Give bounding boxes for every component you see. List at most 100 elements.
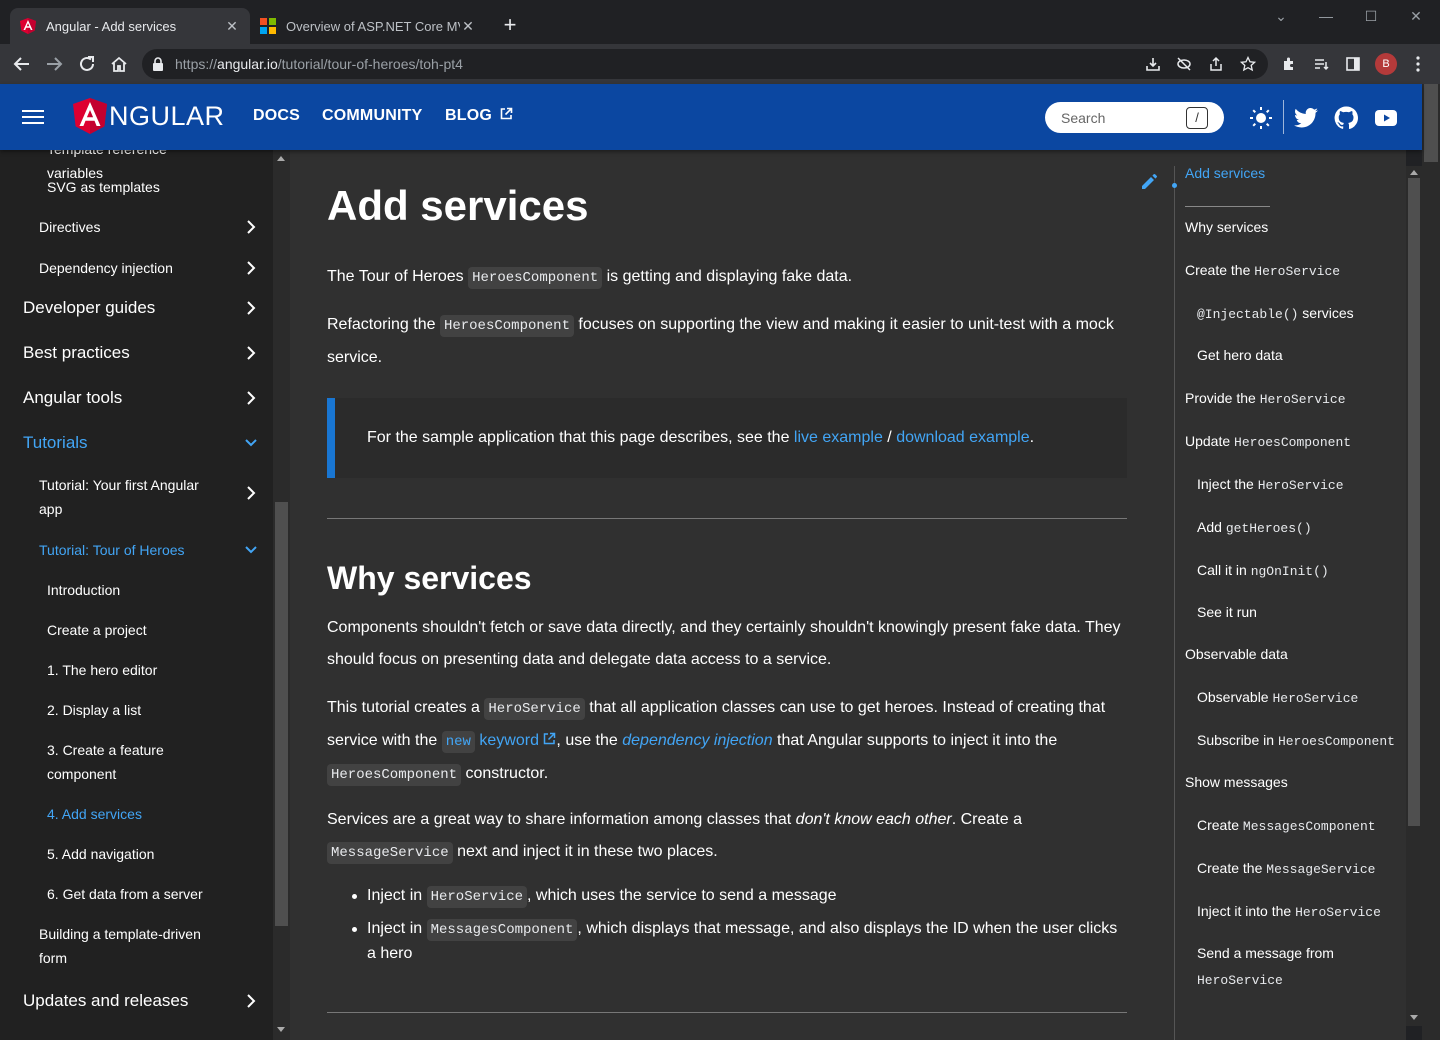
toc-item[interactable]: Update HeroesComponent (1185, 428, 1351, 456)
section-divider (327, 1012, 1127, 1013)
chevron-right-icon[interactable] (243, 219, 259, 235)
toc-item[interactable]: Subscribe in HeroesComponent (1197, 727, 1395, 755)
reload-icon[interactable] (75, 52, 99, 76)
edit-pencil-icon[interactable] (1139, 170, 1161, 192)
extensions-icon[interactable] (1277, 52, 1301, 76)
search-input[interactable] (1045, 102, 1185, 133)
sidenav-item-label: Angular tools (23, 388, 123, 407)
inline-code: HeroService (426, 886, 528, 908)
search-shortcut-key: / (1186, 107, 1208, 129)
close-tab-icon[interactable]: ✕ (460, 18, 476, 35)
maximize-button[interactable]: ☐ (1348, 6, 1394, 28)
twitter-icon[interactable] (1292, 104, 1320, 132)
scrollbar-thumb[interactable] (1408, 178, 1420, 826)
nav-docs[interactable]: DOCS (253, 107, 300, 125)
sidenav-item-label: 4. Add services (47, 806, 142, 822)
home-icon[interactable] (107, 52, 131, 76)
nav-community[interactable]: COMMUNITY (322, 107, 422, 125)
page-scrollbar[interactable] (1422, 84, 1440, 1040)
sidenav-scrollbar[interactable] (273, 150, 290, 1040)
header-divider (1283, 100, 1284, 134)
sidenav-item-label: Building a template-driven form (39, 926, 201, 966)
dependency-injection-link[interactable]: dependency injection (622, 732, 772, 749)
nav-blog[interactable]: BLOG (445, 107, 513, 125)
chevron-right-icon[interactable] (243, 260, 259, 276)
bookmark-star-icon[interactable] (1238, 54, 1258, 74)
scroll-down-arrow-icon[interactable] (1410, 1015, 1418, 1020)
browser-menu-icon[interactable] (1406, 52, 1430, 76)
back-icon[interactable] (10, 52, 34, 76)
sidenav-item-label: Tutorial: Your first Angular app (39, 477, 199, 517)
section-divider (327, 518, 1127, 519)
toc-item[interactable]: Create MessagesComponent (1197, 812, 1376, 840)
sidenav-item-label: Create a project (47, 622, 147, 638)
scroll-down-arrow-icon[interactable] (277, 1027, 285, 1032)
toc-item[interactable]: Create the HeroService (1185, 257, 1340, 285)
inline-code: HeroService (484, 698, 585, 720)
toc-item[interactable]: Call it in ngOnInit() (1197, 557, 1329, 585)
scroll-up-arrow-icon[interactable] (1410, 170, 1418, 175)
chevron-right-icon[interactable] (243, 993, 259, 1009)
toc-item[interactable]: Inject it into the HeroService (1197, 898, 1381, 926)
hamburger-menu-icon[interactable] (22, 110, 44, 126)
github-icon[interactable] (1332, 104, 1360, 132)
toc-scrollbar[interactable] (1406, 166, 1422, 1026)
toc-item[interactable]: Add getHeroes() (1197, 514, 1312, 542)
theme-toggle-sun-icon[interactable] (1247, 104, 1275, 132)
toc-item[interactable]: @Injectable() services (1197, 300, 1354, 328)
toc-item[interactable]: Create the MessageService (1197, 855, 1375, 883)
toc-item[interactable]: Why services (1185, 214, 1268, 240)
new-tab-button[interactable]: + (498, 12, 522, 40)
toc-item[interactable]: Show messages (1185, 769, 1288, 795)
profile-avatar[interactable]: B (1375, 53, 1397, 75)
inline-code: HeroesComponent (439, 315, 574, 337)
sidenav-item-label: 1. The hero editor (47, 662, 158, 678)
close-tab-icon[interactable]: ✕ (224, 18, 240, 35)
install-app-icon[interactable] (1143, 54, 1163, 74)
toc-active-marker (1172, 183, 1177, 188)
toc-item[interactable]: Provide the HeroService (1185, 385, 1346, 413)
live-example-link[interactable]: live example (794, 429, 883, 446)
chevron-down-icon[interactable] (243, 542, 259, 558)
angular-shield-icon (73, 98, 107, 134)
toc-item[interactable]: Inject the HeroService (1197, 471, 1344, 499)
sidenav-item-label: 5. Add navigation (47, 846, 155, 862)
youtube-icon[interactable] (1372, 104, 1400, 132)
toc-item[interactable]: Get hero data (1197, 342, 1283, 368)
chevron-down-icon[interactable] (243, 435, 259, 451)
toc-item[interactable]: See it run (1197, 599, 1257, 625)
sidenav-item-label: Tutorial: Tour of Heroes (39, 542, 185, 558)
new-keyword-link[interactable]: new keyword (441, 731, 557, 753)
close-window-button[interactable]: ✕ (1393, 6, 1439, 28)
chevron-right-icon[interactable] (243, 300, 259, 316)
reading-list-icon[interactable] (1309, 52, 1333, 76)
toc-item[interactable]: Observable data (1185, 641, 1288, 667)
angular-logo[interactable]: NGULAR (73, 98, 225, 134)
tracking-blocked-icon[interactable] (1174, 54, 1194, 74)
share-icon[interactable] (1206, 54, 1226, 74)
toc-item[interactable]: Add services (1185, 160, 1265, 186)
search-box[interactable]: / (1045, 102, 1224, 133)
scroll-up-arrow-icon[interactable] (277, 156, 285, 161)
chevron-right-icon[interactable] (243, 345, 259, 361)
browser-tab-active[interactable]: Angular - Add services ✕ (10, 8, 250, 44)
minimize-button[interactable]: — (1303, 6, 1349, 28)
forward-icon[interactable] (42, 52, 66, 76)
address-bar[interactable]: https://angular.io/tutorial/tour-of-hero… (142, 49, 1268, 79)
chevron-right-icon[interactable] (243, 485, 259, 501)
scrollbar-thumb[interactable] (275, 502, 288, 926)
browser-tab[interactable]: Overview of ASP.NET Core MVC | ✕ (250, 8, 486, 44)
lock-icon[interactable] (152, 56, 164, 77)
why-paragraph-3: Services are a great way to share inform… (327, 804, 1127, 869)
toc-item[interactable]: Observable HeroService (1197, 684, 1358, 712)
scrollbar-thumb[interactable] (1424, 84, 1438, 162)
toc-item[interactable]: Send a message from HeroService (1197, 940, 1334, 994)
side-panel-icon[interactable] (1341, 52, 1365, 76)
sidenav-item-label: Directives (39, 219, 101, 235)
chevron-right-icon[interactable] (243, 390, 259, 406)
intro-paragraph-1: The Tour of Heroes HeroesComponent is ge… (327, 261, 1127, 294)
browser-toolbar: https://angular.io/tutorial/tour-of-hero… (0, 44, 1440, 84)
sidenav-item-label: Dependency injection (39, 260, 173, 276)
download-example-link[interactable]: download example (896, 429, 1029, 446)
tab-search-icon[interactable]: ⌄ (1258, 6, 1304, 28)
